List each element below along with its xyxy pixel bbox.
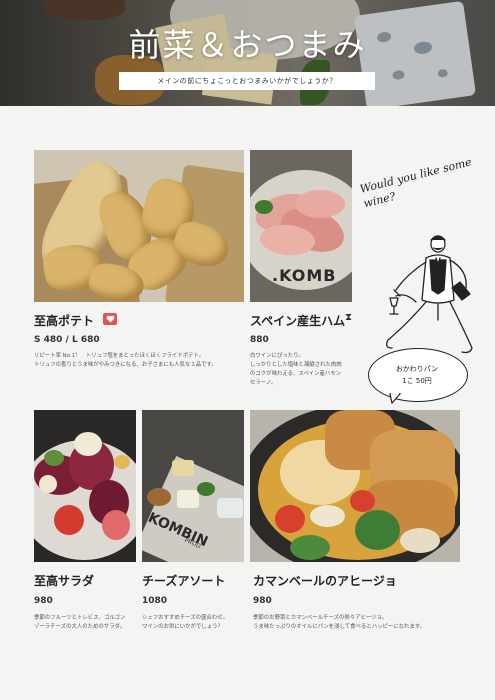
menu-item-description-line: ワインのお供にいかがでしょう？ <box>142 624 223 630</box>
speech-bubble-tail <box>389 392 402 404</box>
menu-item-description-line: しっかりとした塩味と凝縮された肉肉 <box>250 362 342 368</box>
header-banner: 前菜＆おつまみ メインの前にちょこっとおつまみいかがでしょうか？ <box>0 0 495 106</box>
menu-item-description-line: 白ワインにぴったり。 <box>250 353 304 359</box>
bread-refill-price: 1こ 50円 <box>402 377 432 385</box>
menu-item-description: 白ワインにぴったり。 しっかりとした塩味と凝縮された肉肉 のコクが味わえる、スペ… <box>250 352 355 388</box>
photo-text-ham-plate: .KOMB <box>272 266 337 285</box>
photo-camembert-ajillo <box>250 410 460 562</box>
menu-item-name: カマンベールのアヒージョ <box>253 574 397 588</box>
menu-item-description: 季節のお野菜とカマンベールチーズの熱々アヒージョ。 うま味たっぷりのオイルにパン… <box>253 614 463 632</box>
menu-item-description-line: ゾーラチーズの大人のためのサラダ。 <box>34 624 126 630</box>
photo-jamon: .KOMB <box>250 150 352 302</box>
page-subtitle: メインの前にちょこっとおつまみいかがでしょうか？ <box>119 72 375 90</box>
menu-item-description-line: トリュフの香りとうま味がやみつきになる、お子さまにも人気な１品です。 <box>34 362 217 368</box>
menu-item-description-line: 季節のフルーツとトレビス、ゴルゴン <box>34 615 126 621</box>
menu-item-description: 季節のフルーツとトレビス、ゴルゴン ゾーラチーズの大人のためのサラダ。 <box>34 614 140 632</box>
menu-item-price: 980 <box>34 596 53 606</box>
speech-bubble-text: おかわりパン 1こ 50円 <box>368 363 466 387</box>
menu-item-description-line: うま味たっぷりのオイルにパンを浸して食べるとハッピーになれます。 <box>253 624 426 630</box>
menu-item-name: スペイン産生ハム <box>250 314 346 328</box>
menu-item-price: 1080 <box>142 596 168 606</box>
menu-item-price: S 480 / L 680 <box>34 335 100 345</box>
menu-item-price: 880 <box>250 335 269 345</box>
menu-item-name: 至高サラダ <box>34 574 95 588</box>
menu-item-name: 至高ポテト <box>34 314 95 328</box>
hourglass-icon: ⧗ <box>345 312 353 323</box>
photo-salad <box>34 410 136 562</box>
page-title: 前菜＆おつまみ <box>128 26 367 64</box>
menu-item-description: シェフおすすめチーズの盛合わせ。 ワインのお供にいかがでしょう？ <box>142 614 246 632</box>
menu-item-name: チーズアソート <box>142 574 226 588</box>
photo-fried-potato <box>34 150 244 302</box>
menu-item-description-line: リピート率 No.1！ トリュフ塩をまとったほくほくフライドポテト。 <box>34 353 205 359</box>
menu-item-description-line: 季節のお野菜とカマンベールチーズの熱々アヒージョ。 <box>253 615 388 621</box>
bread-refill-label: おかわりパン <box>395 365 439 373</box>
menu-item-description-line: シェフおすすめチーズの盛合わせ。 <box>142 615 228 621</box>
menu-item-description-line: のコクが味わえる、スペイン産ハモン <box>250 371 342 377</box>
menu-item-description-line: セラーノ。 <box>250 380 277 386</box>
menu-item-description: リピート率 No.1！ トリュフ塩をまとったほくほくフライドポテト。 トリュフの… <box>34 352 244 370</box>
heart-icon <box>103 313 117 325</box>
wine-speech-text: Would you like some wine? <box>358 155 473 211</box>
menu-item-price: 980 <box>253 596 272 606</box>
photo-cheese-assort: KOMBIN PROD <box>142 410 244 562</box>
